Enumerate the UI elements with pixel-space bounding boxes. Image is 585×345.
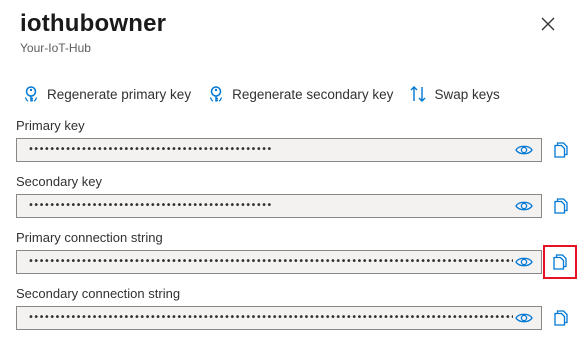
key-refresh-icon [22, 85, 40, 103]
show-secondary-key-button[interactable] [513, 195, 535, 217]
primary-key-value: ••••••••••••••••••••••••••••••••••••••••… [28, 144, 272, 155]
primary-connection-string-label: Primary connection string [16, 230, 163, 245]
show-secondary-connection-string-button[interactable] [513, 307, 535, 329]
primary-connection-string-field[interactable]: ••••••••••••••••••••••••••••••••••••••••… [16, 250, 542, 274]
close-button[interactable] [538, 14, 558, 34]
eye-icon [515, 257, 533, 267]
swap-keys-label: Swap keys [434, 86, 500, 102]
secondary-connection-string-label: Secondary connection string [16, 286, 181, 301]
panel-header: iothubowner Your-IoT-Hub [20, 8, 166, 56]
regenerate-primary-key-label: Regenerate primary key [47, 86, 192, 102]
secondary-connection-string-value: ••••••••••••••••••••••••••••••••••••••••… [28, 312, 513, 323]
secondary-connection-string-field[interactable]: ••••••••••••••••••••••••••••••••••••••••… [16, 306, 542, 330]
eye-icon [515, 201, 533, 211]
copy-primary-connection-string-button[interactable] [543, 245, 577, 279]
copy-icon [554, 310, 568, 326]
copy-secondary-key-button[interactable] [550, 194, 572, 218]
key-refresh-icon [207, 85, 225, 103]
swap-keys-button[interactable]: Swap keys [409, 82, 500, 106]
secondary-key-label: Secondary key [16, 174, 102, 189]
eye-icon [515, 313, 533, 323]
primary-key-label: Primary key [16, 118, 85, 133]
toolbar: Regenerate primary key Regenerate second… [22, 82, 516, 106]
primary-connection-string-value: ••••••••••••••••••••••••••••••••••••••••… [28, 256, 513, 267]
regenerate-secondary-key-label: Regenerate secondary key [232, 86, 394, 102]
primary-key-field[interactable]: ••••••••••••••••••••••••••••••••••••••••… [16, 138, 542, 162]
copy-icon [554, 142, 568, 158]
swap-arrows-icon [409, 85, 427, 103]
show-primary-key-button[interactable] [513, 139, 535, 161]
copy-icon [554, 198, 568, 214]
secondary-key-field[interactable]: ••••••••••••••••••••••••••••••••••••••••… [16, 194, 542, 218]
show-primary-connection-string-button[interactable] [513, 251, 535, 273]
copy-icon [553, 254, 567, 270]
close-icon [541, 17, 555, 31]
eye-icon [515, 145, 533, 155]
copy-primary-key-button[interactable] [550, 138, 572, 162]
panel-title: iothubowner [20, 10, 167, 37]
panel-subtitle: Your-IoT-Hub [20, 41, 91, 55]
regenerate-secondary-key-button[interactable]: Regenerate secondary key [207, 82, 393, 106]
copy-secondary-connection-string-button[interactable] [550, 306, 572, 330]
regenerate-primary-key-button[interactable]: Regenerate primary key [22, 82, 191, 106]
secondary-key-value: ••••••••••••••••••••••••••••••••••••••••… [28, 200, 272, 211]
